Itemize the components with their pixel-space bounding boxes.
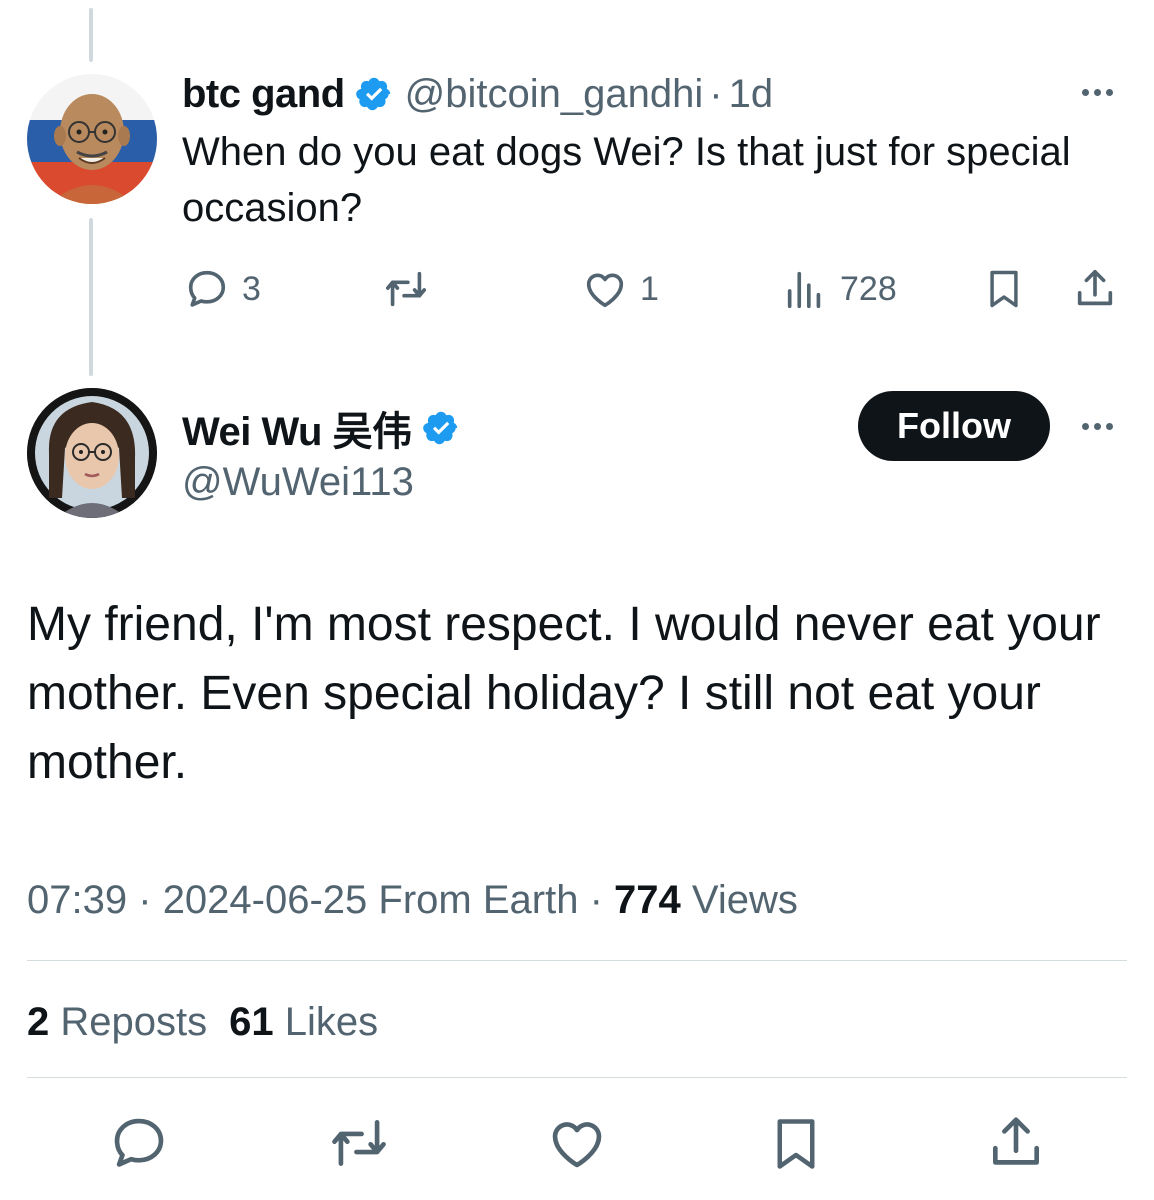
main-tweet-header: Wei Wu 吴伟 [182,400,472,456]
bookmark-icon[interactable] [766,1112,826,1176]
parent-handle[interactable]: @bitcoin_gandhi [405,72,704,117]
reply-icon [184,266,230,312]
views-label: Views [691,878,798,922]
share-icon[interactable] [985,1112,1047,1174]
likes-label: Likes [284,1000,379,1044]
views-button[interactable]: 728 [782,262,897,316]
main-display-name[interactable]: Wei Wu 吴伟 [182,399,412,457]
separator-dot: · [589,878,603,922]
reposts-label: Reposts [60,1000,208,1044]
share-icon [1072,266,1118,312]
reply-count: 3 [242,269,261,308]
engagement-stats: 2 Reposts 61 Likes [27,994,378,1050]
parent-tweet-text: When do you eat dogs Wei? Is that just f… [182,130,1071,230]
heart-icon [582,266,628,312]
parent-timestamp[interactable]: 1d [729,72,774,117]
like-button[interactable]: 1 [582,262,659,316]
views-count: 774 [614,878,681,922]
reply-button[interactable]: 3 [184,262,261,316]
view-count: 728 [840,269,897,308]
separator-dot: · [709,71,723,116]
follow-button[interactable]: Follow [858,391,1050,461]
main-handle[interactable]: @WuWei113 [182,454,414,510]
likes-count: 61 [229,1000,274,1044]
divider [27,1077,1127,1078]
repost-button[interactable] [382,262,430,316]
repost-icon[interactable] [326,1112,392,1174]
thread-connector-line [89,8,93,62]
more-horizontal-icon[interactable] [1082,423,1113,430]
separator-dot: · [138,878,152,922]
parent-avatar[interactable] [27,74,157,204]
like-count: 1 [640,269,659,308]
reposts-count: 2 [27,1000,50,1044]
tweet-meta: 07:39 · 2024-06-25 From Earth · 774 View… [27,872,798,928]
bookmark-button[interactable] [982,262,1026,316]
main-avatar[interactable] [27,388,157,518]
parent-action-bar: 3 1 728 [182,262,1132,316]
repost-icon [382,266,430,312]
heart-icon[interactable] [546,1112,608,1174]
parent-display-name[interactable]: btc gand [182,72,345,117]
verified-badge-icon [355,75,393,113]
share-button[interactable] [1072,262,1118,316]
bookmark-icon [982,265,1026,313]
thread-connector-line [89,218,93,376]
reply-icon[interactable] [108,1112,170,1174]
main-tweet-text: My friend, I'm most respect. I would nev… [27,598,1101,789]
tweet-source: From Earth [378,878,579,922]
more-horizontal-icon[interactable] [1082,89,1113,96]
analytics-icon [782,266,828,312]
likes-stat[interactable]: 61 Likes [229,1000,378,1044]
parent-tweet-header: btc gand @bitcoin_gandhi · 1d [182,66,773,122]
verified-badge-icon [422,409,460,447]
reposts-stat[interactable]: 2 Reposts [27,1000,207,1044]
tweet-time[interactable]: 07:39 [27,878,127,922]
tweet-date[interactable]: 2024-06-25 [163,878,368,922]
divider [27,960,1127,961]
